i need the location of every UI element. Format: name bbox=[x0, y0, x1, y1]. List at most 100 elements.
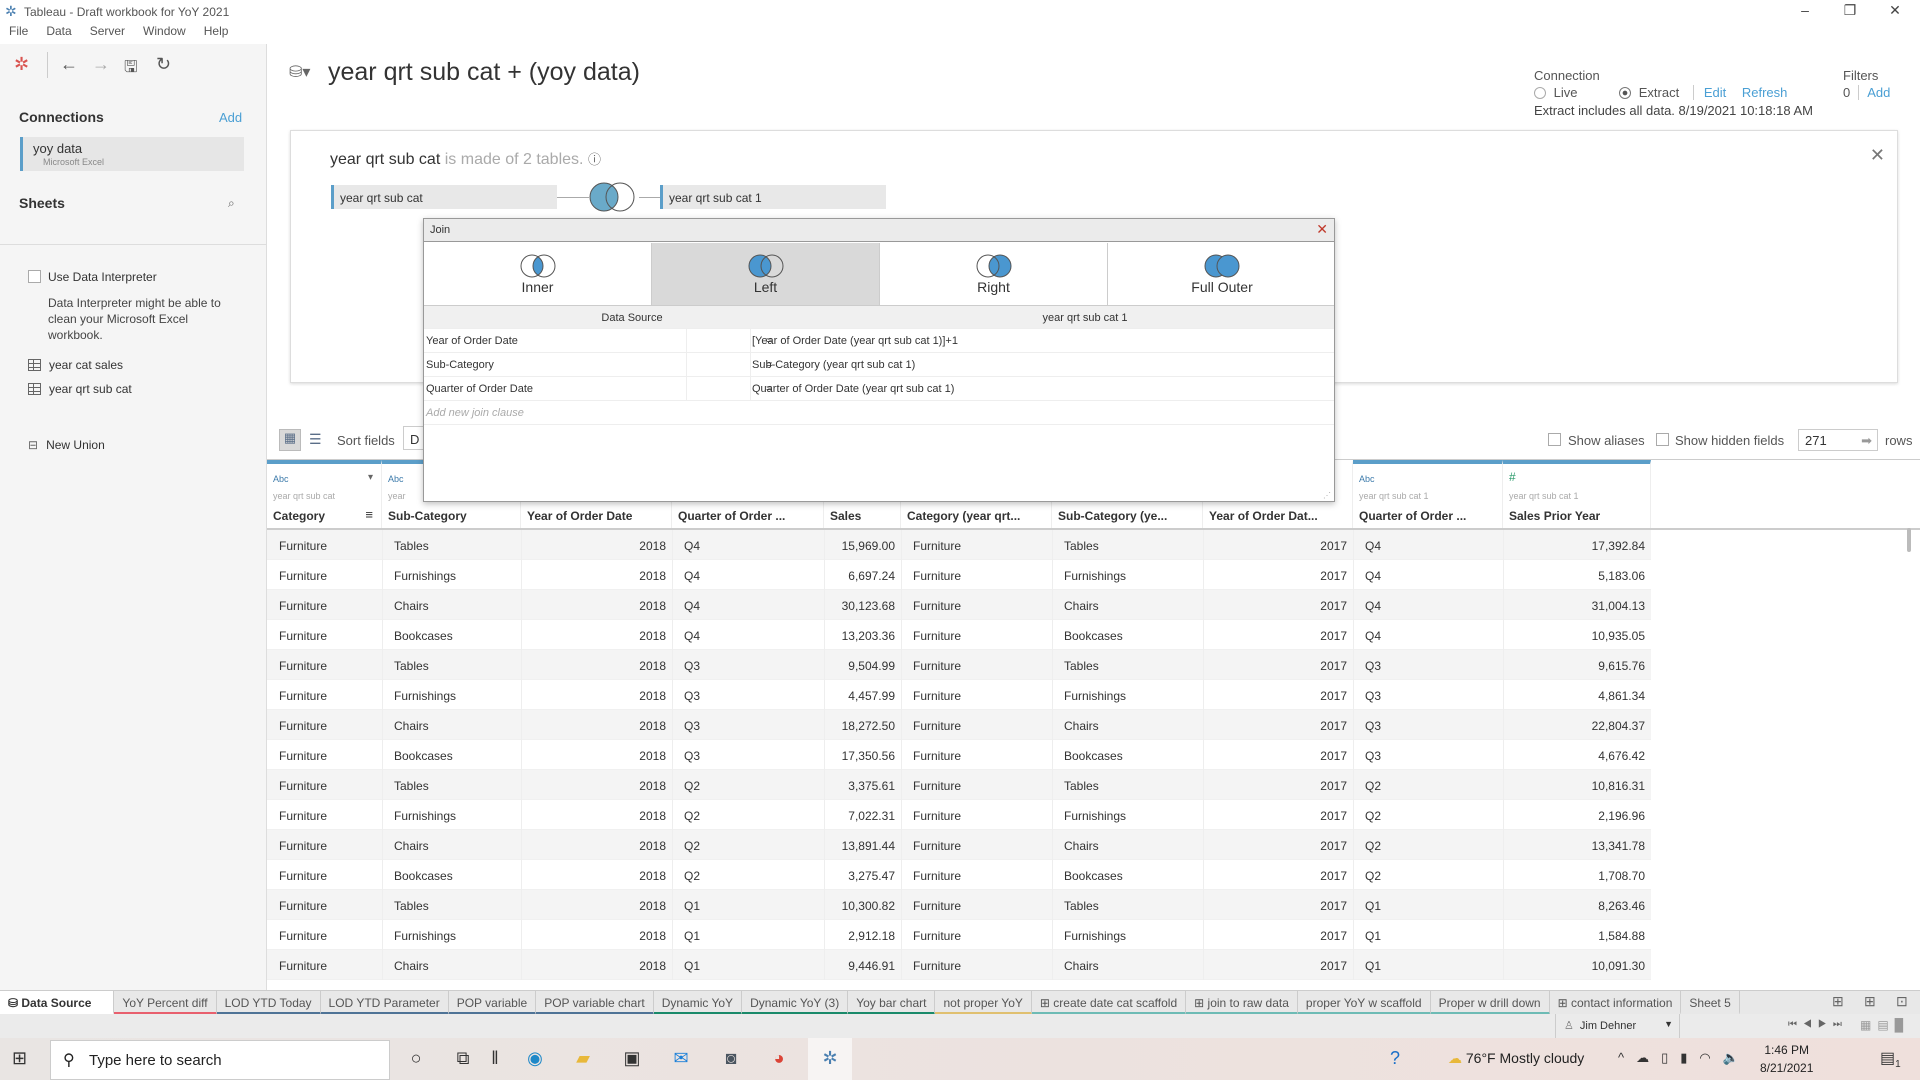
column-header[interactable]: # year qrt sub cat 1 Sales Prior Year bbox=[1503, 460, 1651, 528]
join-clause-row[interactable]: Sub-Category = Sub-Category (year qrt sub … bbox=[424, 353, 1334, 377]
resize-handle-icon[interactable]: ⋰ bbox=[1323, 491, 1331, 500]
sheet-tab[interactable]: ⛁ Data Source bbox=[0, 991, 115, 1015]
number-type-icon[interactable]: # bbox=[1509, 470, 1516, 484]
sheet-tab[interactable]: proper YoY w scaffold bbox=[1297, 991, 1431, 1015]
sheet-tab[interactable]: ⊞ create date cat scaffold bbox=[1031, 991, 1187, 1015]
right-table-pill[interactable]: year qrt sub cat 1 bbox=[660, 185, 886, 209]
close-window-button[interactable]: ✕ bbox=[1875, 2, 1915, 19]
menu-data[interactable]: Data bbox=[46, 24, 71, 38]
string-type-icon[interactable]: Abc bbox=[1359, 474, 1375, 484]
string-type-icon[interactable]: Abc bbox=[388, 474, 404, 484]
sheet-tab[interactable]: POP variable chart bbox=[536, 991, 654, 1015]
sheet-tab[interactable]: Dynamic YoY (3) bbox=[742, 991, 849, 1015]
add-connection-link[interactable]: Add bbox=[219, 110, 242, 125]
weather-widget[interactable]: ☁ 76°F Mostly cloudy bbox=[1448, 1050, 1584, 1067]
windows-start-icon[interactable]: ⊞ bbox=[12, 1048, 27, 1069]
show-hidden-fields-checkbox[interactable] bbox=[1656, 433, 1669, 446]
left-field[interactable]: Year of Order Date bbox=[426, 335, 518, 347]
new-dashboard-icon[interactable]: ⊞ bbox=[1864, 993, 1876, 1010]
show-aliases-checkbox[interactable] bbox=[1548, 433, 1561, 446]
join-clause-row[interactable]: Year of Order Date = [Year of Order Date (… bbox=[424, 329, 1334, 353]
rows-input[interactable]: 271 ➡ bbox=[1798, 429, 1878, 451]
search-icon[interactable]: ⌕ bbox=[228, 196, 235, 211]
add-filter-link[interactable]: Add bbox=[1867, 85, 1890, 100]
sheet-tab[interactable]: not proper YoY bbox=[935, 991, 1032, 1015]
task-view-icon[interactable]: ⧉ bbox=[448, 1048, 478, 1069]
right-field[interactable]: Sub-Category (year qrt sub cat 1) bbox=[752, 359, 915, 371]
join-type-inner[interactable]: Inner bbox=[424, 243, 652, 305]
left-field[interactable]: Quarter of Order Date bbox=[426, 383, 533, 395]
new-story-icon[interactable]: ⊡ bbox=[1896, 993, 1908, 1010]
datasource-icon[interactable]: ⛁▾ bbox=[289, 62, 310, 82]
close-join-dialog-icon[interactable]: ✕ bbox=[1316, 221, 1328, 238]
menu-file[interactable]: File bbox=[9, 24, 28, 38]
live-radio[interactable] bbox=[1534, 87, 1546, 99]
sheet-tab[interactable]: POP variable bbox=[448, 991, 537, 1015]
cortana-icon[interactable]: ○ bbox=[401, 1048, 431, 1069]
clock[interactable]: 1:46 PM 8/21/2021 bbox=[1760, 1043, 1813, 1075]
edge-icon[interactable]: ◉ bbox=[520, 1048, 550, 1069]
left-field[interactable]: Sub-Category bbox=[426, 359, 494, 371]
list-view-icon[interactable]: ☰ bbox=[309, 431, 322, 448]
tableau-taskbar-icon[interactable]: ✲ bbox=[808, 1038, 852, 1080]
sheet-tab[interactable]: Yoy bar chart bbox=[848, 991, 936, 1015]
datasource-title[interactable]: year qrt sub cat + (yoy data) bbox=[328, 58, 640, 87]
column-header[interactable]: Abc year qrt sub cat Category ▾ ≡ bbox=[267, 460, 382, 528]
string-type-icon[interactable]: Abc bbox=[273, 474, 289, 484]
info-icon[interactable]: ⓘ bbox=[588, 152, 601, 167]
sheet-tab[interactable]: Sheet 5 bbox=[1681, 991, 1740, 1015]
connection-item[interactable]: yoy data Microsoft Excel bbox=[20, 137, 244, 171]
join-type-right[interactable]: Right bbox=[880, 243, 1108, 305]
new-union-button[interactable]: ⊟ New Union bbox=[28, 438, 105, 452]
minimize-button[interactable]: – bbox=[1785, 2, 1825, 18]
menu-server[interactable]: Server bbox=[90, 24, 125, 38]
arrow-right-icon[interactable]: ➡ bbox=[1861, 433, 1872, 449]
sort-icon[interactable]: ≡ bbox=[365, 507, 373, 522]
sheet-year-qrt-sub-cat[interactable]: year qrt sub cat bbox=[28, 382, 132, 396]
join-venn-icon[interactable] bbox=[588, 181, 640, 213]
join-type-left[interactable]: Left bbox=[652, 243, 880, 305]
menu-window[interactable]: Window bbox=[143, 24, 186, 38]
close-canvas-icon[interactable]: ✕ bbox=[1870, 145, 1885, 166]
help-icon[interactable]: ? bbox=[1380, 1048, 1410, 1069]
file-explorer-icon[interactable]: ▰ bbox=[568, 1048, 598, 1069]
mail-icon[interactable]: ✉ bbox=[666, 1048, 696, 1069]
right-field[interactable]: Quarter of Order Date (year qrt sub cat … bbox=[752, 383, 954, 395]
sheet-tab[interactable]: LOD YTD Today bbox=[216, 991, 321, 1015]
sheet-tab[interactable]: Dynamic YoY bbox=[653, 991, 743, 1015]
column-menu-chevron-icon[interactable]: ▾ bbox=[368, 472, 373, 483]
extract-radio[interactable] bbox=[1619, 87, 1632, 99]
notifications-icon[interactable]: ▤1 bbox=[1880, 1048, 1901, 1070]
new-worksheet-icon[interactable]: ⊞ bbox=[1832, 993, 1844, 1010]
join-clause-row[interactable]: Quarter of Order Date = Quarter of Order D… bbox=[424, 377, 1334, 401]
add-join-clause[interactable]: Add new join clause bbox=[424, 401, 1334, 425]
sheet-tab[interactable]: LOD YTD Parameter bbox=[320, 991, 449, 1015]
save-icon[interactable]: 🖫 bbox=[124, 56, 138, 83]
sheet-navigation-icons[interactable]: ⏮◀▶⏭ bbox=[1788, 1019, 1848, 1030]
use-data-interpreter-checkbox[interactable] bbox=[28, 270, 41, 283]
restore-button[interactable]: ❐ bbox=[1830, 2, 1870, 19]
system-tray-icons[interactable]: ^☁▯▮◠🔈 bbox=[1618, 1050, 1751, 1066]
store-icon[interactable]: ▣ bbox=[617, 1048, 647, 1069]
forward-icon[interactable]: → bbox=[92, 54, 110, 75]
sheet-tab[interactable]: ⊞ contact information bbox=[1550, 991, 1682, 1015]
column-header[interactable]: Abc year qrt sub cat 1 Quarter of Order ..… bbox=[1353, 460, 1503, 528]
sheet-tab[interactable]: ⊞ join to raw data bbox=[1186, 991, 1298, 1015]
refresh-extract-link[interactable]: Refresh bbox=[1742, 85, 1788, 100]
sheet-year-cat-sales[interactable]: year cat sales bbox=[28, 358, 123, 372]
menu-help[interactable]: Help bbox=[204, 24, 229, 38]
taskbar-search[interactable]: ⚲ Type here to search bbox=[50, 1040, 390, 1080]
right-field[interactable]: [Year of Order Date (year qrt sub cat 1)… bbox=[752, 335, 958, 347]
grid-view-icon[interactable]: ▦ bbox=[279, 429, 301, 451]
refresh-icon[interactable]: ↻ bbox=[156, 54, 171, 75]
tableau-home-icon[interactable]: ✲ bbox=[14, 54, 29, 75]
join-type-full-outer[interactable]: Full Outer bbox=[1108, 243, 1336, 305]
chrome-icon[interactable]: ◕ bbox=[764, 1048, 794, 1069]
left-table-pill[interactable]: year qrt sub cat bbox=[331, 185, 557, 209]
user-menu[interactable]: ♙ Jim Dehner ▼ bbox=[1555, 1014, 1680, 1038]
sheet-tab[interactable]: Proper w drill down bbox=[1430, 991, 1550, 1015]
sheet-tab[interactable]: YoY Percent diff bbox=[114, 991, 217, 1015]
back-icon[interactable]: ← bbox=[60, 54, 78, 75]
edit-extract-link[interactable]: Edit bbox=[1704, 85, 1726, 100]
view-mode-icons[interactable]: ▦▤█ bbox=[1860, 1018, 1909, 1032]
